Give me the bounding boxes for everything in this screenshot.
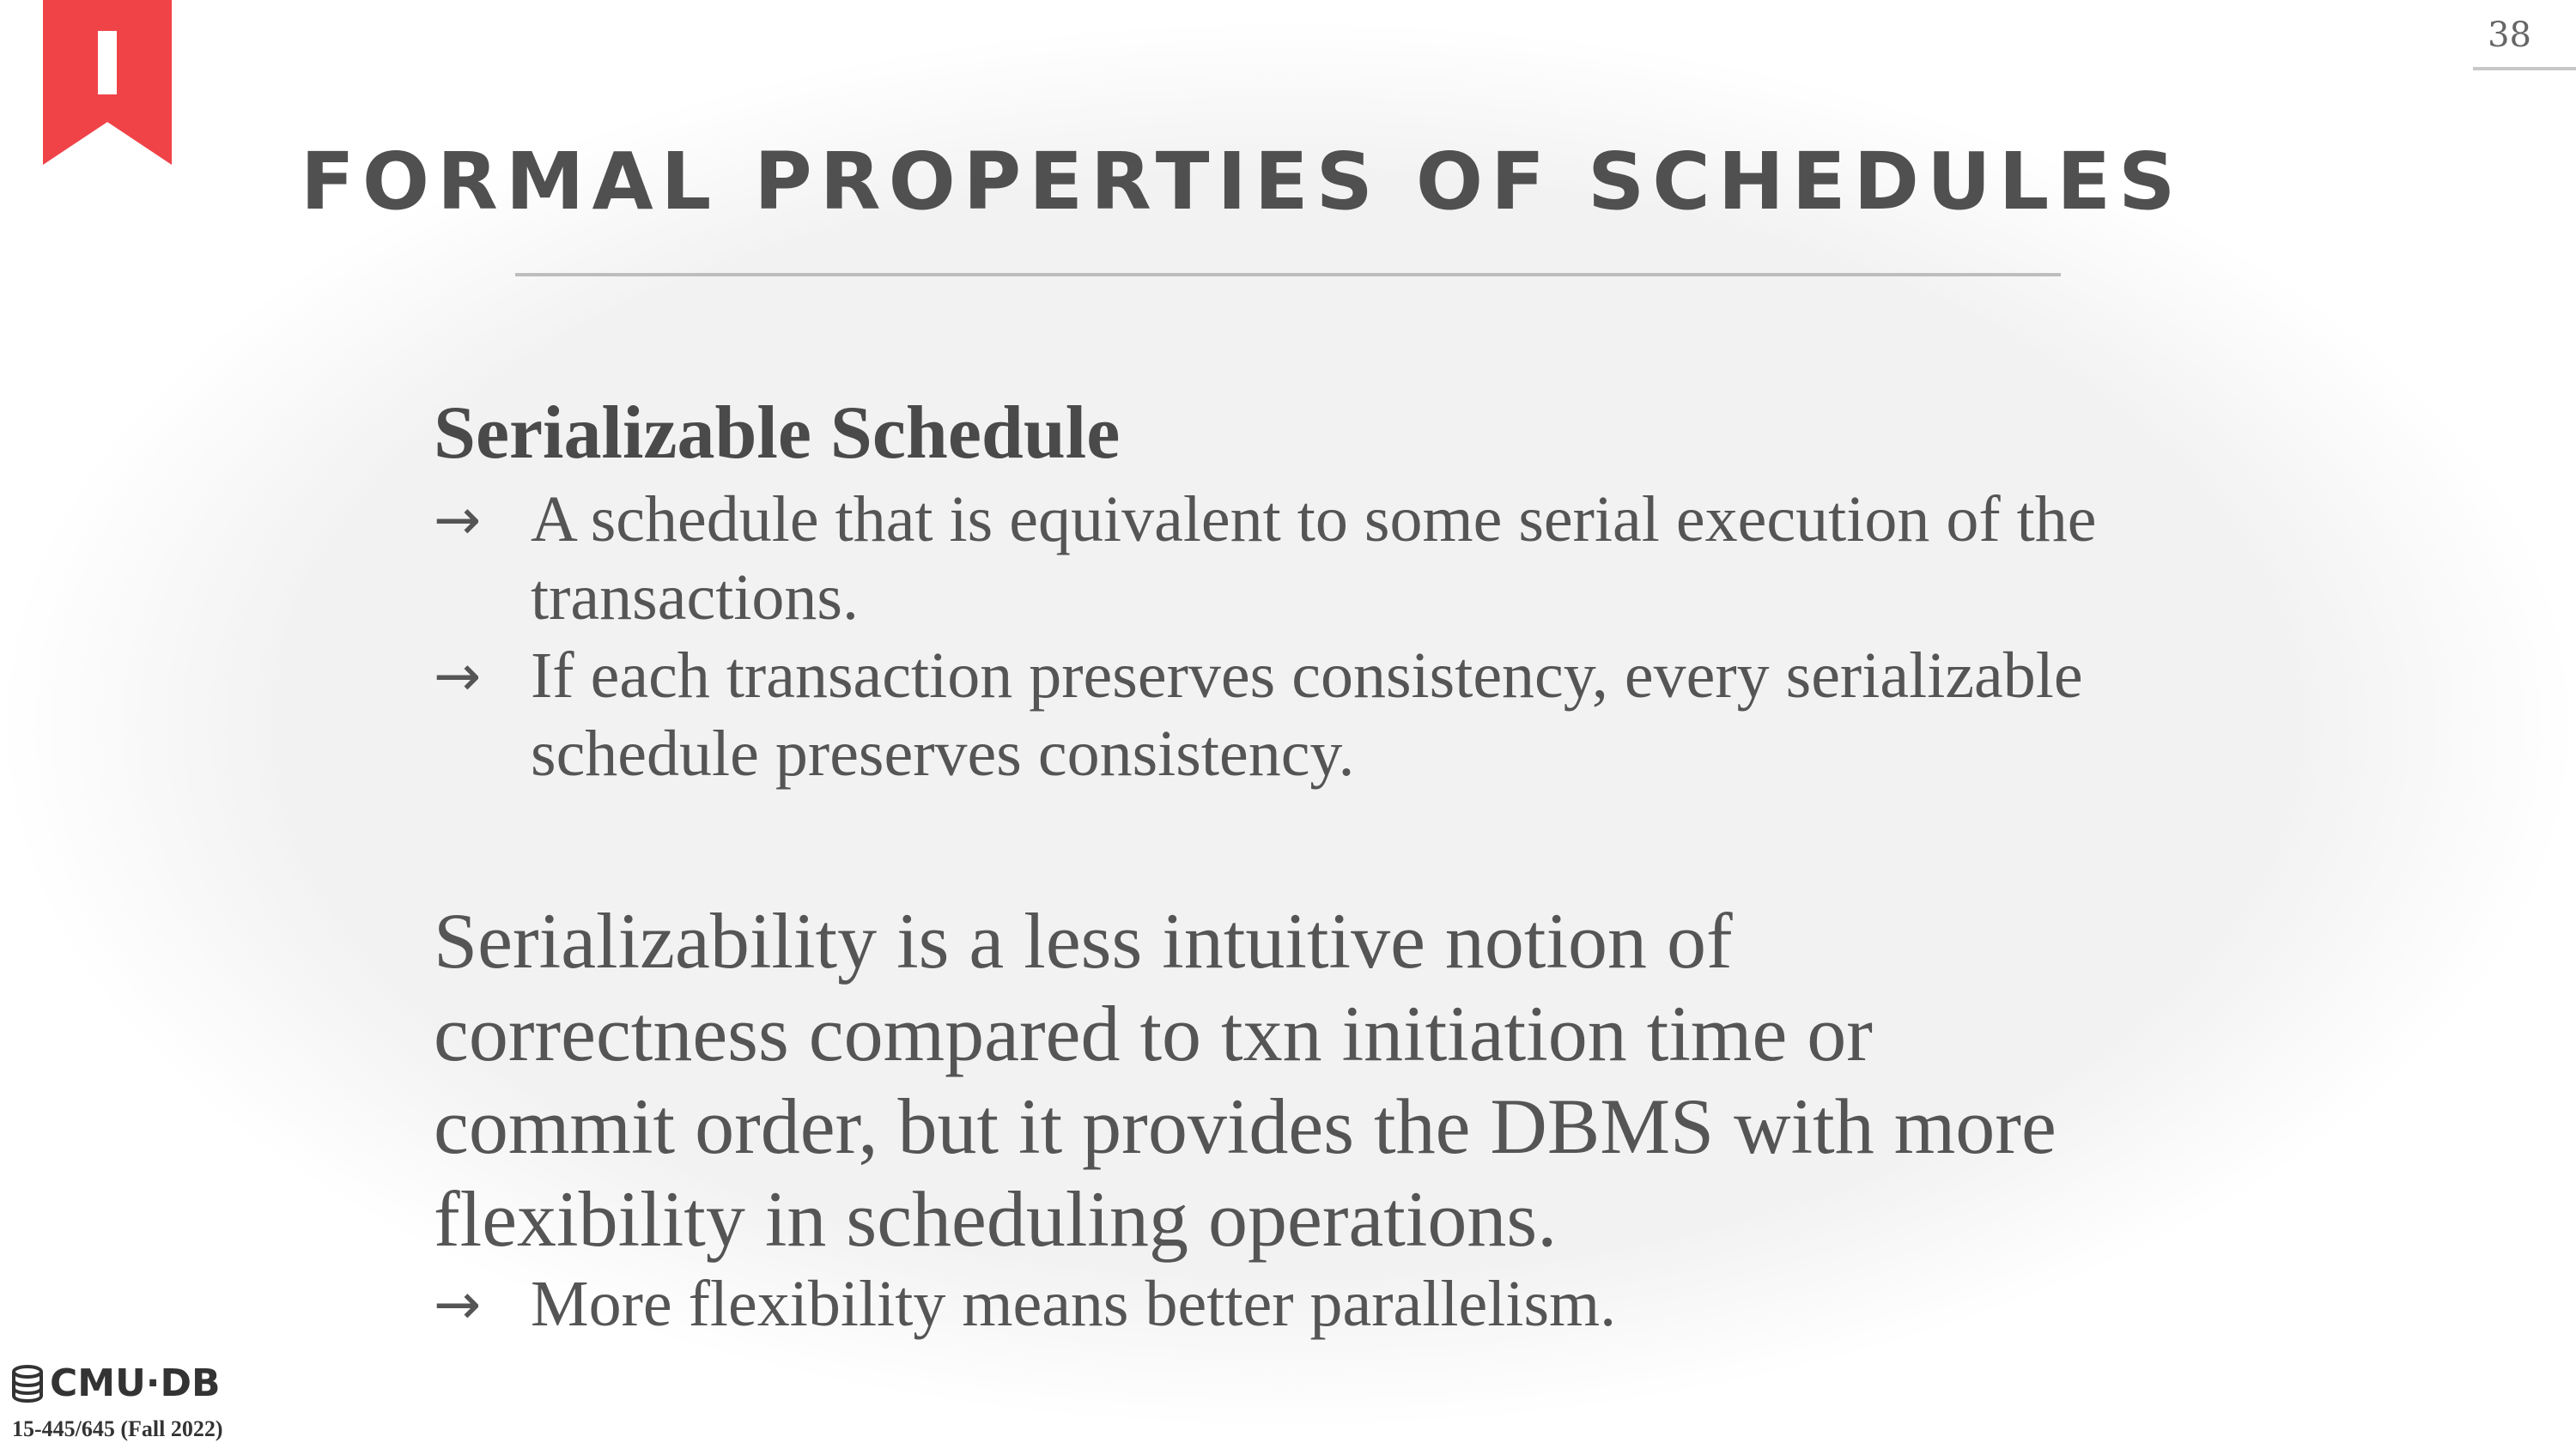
section-heading: Serializable Schedule (434, 391, 1121, 475)
slide: 38 FORMAL PROPERTIES OF SCHEDULES Serial… (0, 0, 2576, 1449)
page-number: 38 (2488, 15, 2531, 55)
slide-title: FORMAL PROPERTIES OF SCHEDULES (301, 136, 2184, 227)
page-number-underline (2473, 67, 2576, 70)
ribbon-mark (98, 31, 117, 94)
bullet-item: → A schedule that is equivalent to some … (434, 481, 2237, 637)
database-icon (12, 1365, 43, 1403)
title-divider (515, 273, 2061, 276)
course-label: 15-445/645 (Fall 2022) (12, 1416, 223, 1441)
bullet-text: A schedule that is equivalent to some se… (531, 483, 2097, 634)
bullet-item: → If each transaction preserves consiste… (434, 637, 2237, 793)
main-paragraph: Serializability is a less intuitive noti… (434, 897, 2057, 1263)
logo-text: CMU·DB (50, 1361, 221, 1405)
slide-content: Serializable Schedule → A schedule that … (434, 386, 2237, 1343)
bullet-text: More flexibility means better parallelis… (531, 1268, 1617, 1340)
bullet-item: → More flexibility means better parallel… (434, 1265, 2237, 1343)
arrow-icon: → (434, 1271, 482, 1337)
cmu-db-logo: CMU·DB (10, 1365, 221, 1403)
arrow-icon: → (434, 487, 482, 553)
arrow-icon: → (434, 643, 482, 709)
bullet-text: If each transaction preserves consistenc… (531, 640, 2083, 790)
